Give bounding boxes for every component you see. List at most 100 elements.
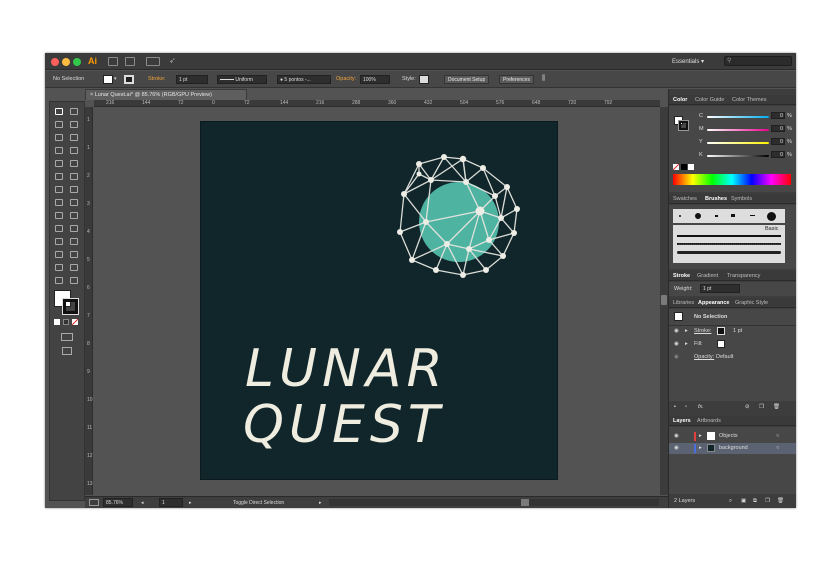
artboard-navigator-icon[interactable] — [89, 499, 99, 506]
color-mode-icon[interactable] — [54, 319, 60, 325]
free-transform-tool-icon[interactable] — [70, 199, 78, 206]
layer-row-background[interactable]: ◉ ▸ background ○ — [669, 443, 796, 454]
weight-field[interactable]: 1 pt — [700, 284, 740, 293]
opacity-label[interactable]: Opacity: — [336, 76, 356, 82]
document-setup-button[interactable]: Document Setup — [444, 75, 490, 84]
artboard-number-field[interactable]: 1 — [159, 498, 183, 507]
eraser-tool-icon[interactable] — [70, 173, 78, 180]
new-sublayer-icon[interactable]: ⧉ — [753, 498, 757, 505]
variable-width-profile[interactable]: Uniform — [217, 75, 267, 84]
layer-name[interactable]: background — [719, 445, 748, 451]
magic-wand-tool-icon[interactable] — [55, 121, 63, 128]
black-field[interactable]: 0 — [771, 151, 785, 158]
duplicate-item-icon[interactable]: ❐ — [759, 404, 764, 410]
scrollbar-thumb[interactable] — [521, 499, 529, 506]
blend-tool-icon[interactable] — [70, 238, 78, 245]
status-menu-arrow-icon[interactable]: ▸ — [319, 500, 322, 506]
hand-tool-icon[interactable] — [55, 277, 63, 284]
tab-color-guide[interactable]: Color Guide — [695, 97, 724, 103]
pen-tool-icon[interactable] — [55, 134, 63, 141]
appearance-stroke-swatch[interactable] — [717, 327, 725, 335]
none-color-icon[interactable] — [673, 164, 679, 170]
stroke-weight-field[interactable]: 1 pt — [176, 75, 208, 84]
locate-object-icon[interactable]: ⌕ — [729, 498, 732, 505]
zoom-tool-icon[interactable] — [70, 277, 78, 284]
tab-layers[interactable]: Layers — [673, 418, 691, 424]
scale-tool-icon[interactable] — [70, 186, 78, 193]
canvas-area[interactable]: LUNAR QUEST — [94, 108, 660, 495]
target-circle-icon[interactable]: ○ — [776, 445, 779, 451]
minimize-window-button[interactable] — [62, 58, 70, 66]
gpu-rocket-icon[interactable]: ➶ — [169, 56, 176, 65]
selection-tool-icon[interactable] — [55, 108, 63, 115]
eye-icon[interactable]: ◉ — [674, 433, 679, 439]
add-fill-icon[interactable]: ▫ — [685, 404, 687, 410]
zoom-window-button[interactable] — [73, 58, 81, 66]
tab-appearance[interactable]: Appearance — [698, 300, 730, 306]
opacity-field[interactable]: 100% — [360, 75, 390, 84]
horizontal-ruler[interactable]: 216 144 72 0 72 144 216 288 360 432 504 … — [94, 100, 660, 107]
layer-name[interactable]: Objects — [719, 433, 738, 439]
close-document-icon[interactable]: × — [90, 92, 93, 98]
scrollbar-thumb[interactable] — [661, 295, 667, 305]
align-icon[interactable]: ⫼ — [542, 75, 545, 83]
tab-gradient[interactable]: Gradient — [697, 273, 718, 279]
eyedropper-tool-icon[interactable] — [55, 238, 63, 245]
brush-swatch-row[interactable] — [673, 209, 785, 223]
drawing-mode-icon[interactable] — [61, 333, 73, 341]
artboard-tool-icon[interactable] — [55, 264, 63, 271]
width-tool-icon[interactable] — [55, 199, 63, 206]
expand-arrow-icon[interactable]: ▸ — [685, 328, 688, 334]
appearance-fill-swatch[interactable] — [717, 340, 725, 348]
paintbrush-tool-icon[interactable] — [70, 160, 78, 167]
brush-stroke-list[interactable]: Basic — [673, 225, 785, 263]
black-color-chip[interactable] — [681, 164, 687, 170]
add-effect-icon[interactable]: fx. — [698, 404, 704, 410]
column-graph-tool-icon[interactable] — [70, 251, 78, 258]
stroke-color-swatch[interactable] — [62, 298, 79, 315]
arrange-documents-icon[interactable] — [146, 57, 160, 66]
gradient-mode-icon[interactable] — [63, 319, 69, 325]
vertical-ruler[interactable]: 1 1 2 3 4 5 6 7 8 9 10 11 12 13 — [85, 107, 93, 495]
eye-icon[interactable]: ◉ — [674, 341, 679, 347]
clear-appearance-icon[interactable]: ⊘ — [745, 404, 750, 410]
screen-mode-icon[interactable] — [62, 347, 72, 355]
white-color-chip[interactable] — [688, 164, 694, 170]
eye-icon[interactable]: ◉ — [674, 354, 679, 360]
brush-definition[interactable]: ● 5 pontos -... — [277, 75, 331, 84]
yellow-slider[interactable] — [707, 142, 769, 144]
none-mode-icon[interactable] — [72, 319, 78, 325]
cyan-field[interactable]: 0 — [771, 112, 785, 119]
color-spectrum[interactable] — [673, 174, 791, 185]
black-slider[interactable] — [707, 155, 769, 157]
appearance-stroke-label[interactable]: Stroke: — [694, 328, 711, 334]
stroke-swatch[interactable] — [124, 75, 134, 84]
document-tab[interactable]: × Lunar Quest.ai* @ 85.76% (RGB/GPU Prev… — [85, 89, 247, 100]
fill-dropdown-icon[interactable]: ▾ — [114, 76, 117, 82]
color-stroke-swatch[interactable] — [678, 120, 689, 131]
tab-libraries[interactable]: Libraries — [673, 300, 694, 306]
target-circle-icon[interactable]: ○ — [776, 433, 779, 439]
yellow-field[interactable]: 0 — [771, 138, 785, 145]
fill-swatch[interactable] — [103, 75, 113, 84]
stock-icon[interactable] — [125, 57, 135, 66]
shape-builder-tool-icon[interactable] — [55, 212, 63, 219]
previous-artboard-icon[interactable]: ◂ — [141, 500, 144, 506]
eye-icon[interactable]: ◉ — [674, 328, 679, 334]
next-artboard-icon[interactable]: ▸ — [189, 500, 192, 506]
preferences-button[interactable]: Preferences — [499, 75, 534, 84]
search-input[interactable]: ⚲ — [724, 56, 792, 66]
symbol-sprayer-tool-icon[interactable] — [55, 251, 63, 258]
tab-transparency[interactable]: Transparency — [727, 273, 760, 279]
workspace-switcher[interactable]: Essentials ▾ — [672, 58, 704, 65]
tab-symbols[interactable]: Symbols — [731, 196, 752, 202]
tab-brushes[interactable]: Brushes — [705, 196, 727, 202]
tab-artboards[interactable]: Artboards — [697, 418, 721, 424]
tab-swatches[interactable]: Swatches — [673, 196, 697, 202]
slice-tool-icon[interactable] — [70, 264, 78, 271]
rotate-tool-icon[interactable] — [55, 186, 63, 193]
line-tool-icon[interactable] — [70, 147, 78, 154]
cyan-slider[interactable] — [707, 116, 769, 118]
tab-graphic-style[interactable]: Graphic Style — [735, 300, 768, 306]
horizontal-scrollbar[interactable] — [329, 499, 659, 506]
